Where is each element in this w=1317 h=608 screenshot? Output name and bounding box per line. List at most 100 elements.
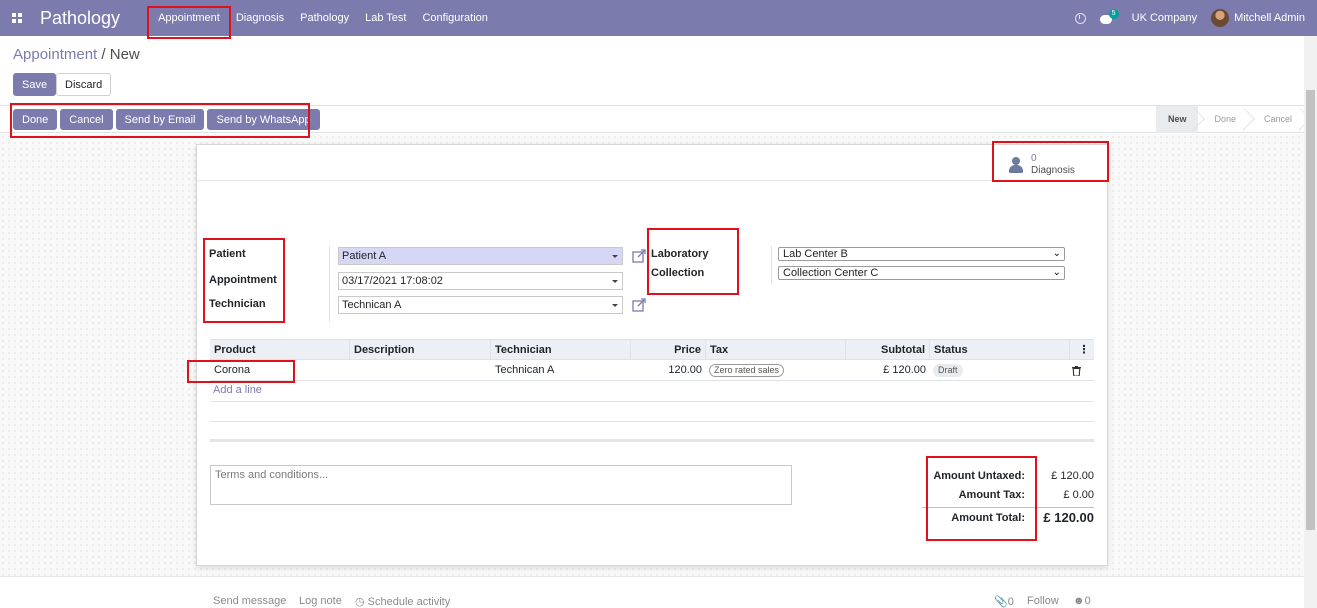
chevron-down-icon[interactable]: [612, 280, 618, 283]
menu-pathology[interactable]: Pathology: [292, 0, 357, 36]
breadcrumb-current: New: [109, 46, 140, 63]
attachments-button[interactable]: 📎0: [994, 595, 1014, 608]
paperclip-icon: 📎: [994, 596, 1008, 608]
optional-columns-icon[interactable]: ⋮: [1070, 340, 1094, 360]
amount-total-value: £ 120.00: [1043, 510, 1094, 525]
laboratory-label: Laboratory: [651, 248, 709, 260]
top-navbar: Pathology Appointment Diagnosis Patholog…: [0, 0, 1317, 36]
amount-untaxed-label: Amount Untaxed:: [933, 470, 1025, 482]
stage-new[interactable]: New: [1155, 106, 1199, 133]
technician-value: Technican A: [342, 299, 402, 311]
amount-tax-label: Amount Tax:: [958, 489, 1025, 501]
avatar: [1211, 9, 1230, 27]
apps-menu-icon[interactable]: [2, 0, 32, 36]
attachments-count: 0: [1007, 596, 1014, 608]
menu-diagnosis[interactable]: Diagnosis: [228, 0, 292, 36]
collection-value: Collection Center C: [783, 267, 879, 279]
collection-select[interactable]: Collection Center C ⌄: [778, 266, 1065, 280]
followers-icon: ☻: [1073, 595, 1085, 607]
user-doctor-icon: [1009, 157, 1023, 173]
appointment-value: 03/17/2021 17:08:02: [342, 275, 443, 287]
col-status[interactable]: Status: [930, 340, 1070, 360]
header-buttons: Done Cancel Send by Email Send by WhatsA…: [13, 109, 320, 130]
patient-label: Patient: [209, 248, 246, 260]
row-technician[interactable]: Technican A: [495, 360, 554, 380]
user-menu[interactable]: Mitchell Admin: [1211, 9, 1305, 27]
amount-untaxed-value: £ 120.00: [1051, 470, 1094, 482]
amount-tax-value: £ 0.00: [1063, 489, 1094, 501]
diagnosis-label: Diagnosis: [1031, 165, 1075, 176]
row-tax-tag[interactable]: Zero rated sales: [709, 364, 785, 377]
schedule-activity-button[interactable]: ◷ Schedule activity: [355, 595, 450, 608]
discard-button[interactable]: Discard: [56, 73, 112, 96]
stage-cancel[interactable]: Cancel: [1248, 106, 1304, 133]
chevron-down-icon[interactable]: [612, 304, 618, 307]
breadcrumb-separator: /: [101, 46, 106, 63]
empty-row-divider: [210, 401, 1094, 402]
menu-appointment[interactable]: Appointment: [150, 0, 228, 36]
followers-button[interactable]: ☻0: [1073, 595, 1091, 607]
field-separator: [329, 246, 330, 322]
follow-button[interactable]: Follow: [1027, 595, 1059, 607]
send-by-email-button[interactable]: Send by Email: [115, 109, 205, 130]
col-tax[interactable]: Tax: [706, 340, 846, 360]
terms-placeholder: Terms and conditions...: [215, 469, 329, 481]
technician-field[interactable]: Technican A: [338, 296, 623, 314]
menu-configuration[interactable]: Configuration: [414, 0, 495, 36]
menu-lab-test[interactable]: Lab Test: [357, 0, 414, 36]
table-row[interactable]: Corona Technican A 120.00 Zero rated sal…: [210, 360, 1094, 381]
col-description[interactable]: Description: [350, 340, 491, 360]
schedule-activity-label: Schedule activity: [367, 596, 451, 608]
patient-field[interactable]: Patient A: [338, 247, 623, 265]
clock-icon: ◷: [355, 596, 368, 608]
log-note-button[interactable]: Log note: [299, 595, 342, 607]
amount-total-label: Amount Total:: [951, 512, 1025, 524]
messaging-button[interactable]: 5: [1099, 9, 1119, 25]
terms-and-conditions-field[interactable]: Terms and conditions...: [210, 465, 792, 505]
chevron-down-icon: ⌄: [1052, 248, 1061, 259]
breadcrumb: Appointment / New: [13, 46, 140, 63]
main-menu: Appointment Diagnosis Pathology Lab Test…: [150, 0, 496, 36]
row-subtotal: £ 120.00: [883, 364, 926, 376]
diagnosis-count: 0: [1031, 153, 1037, 164]
table-footer-divider: [210, 439, 1094, 442]
chevron-down-icon[interactable]: [612, 255, 618, 258]
company-switcher[interactable]: UK Company: [1132, 12, 1197, 24]
trash-icon[interactable]: [1072, 366, 1081, 376]
external-link-icon[interactable]: [632, 249, 646, 263]
user-name: Mitchell Admin: [1234, 12, 1305, 24]
totals-divider: [922, 507, 1094, 508]
add-line-link[interactable]: Add a line: [213, 384, 262, 396]
col-subtotal[interactable]: Subtotal: [846, 340, 930, 360]
col-price[interactable]: Price: [631, 340, 706, 360]
scrollbar-thumb[interactable]: [1306, 90, 1315, 530]
laboratory-value: Lab Center B: [783, 248, 848, 260]
col-technician[interactable]: Technician: [491, 340, 631, 360]
laboratory-select[interactable]: Lab Center B ⌄: [778, 247, 1065, 261]
lines-table-header: Product Description Technician Price Tax…: [210, 339, 1094, 360]
app-brand[interactable]: Pathology: [40, 8, 120, 29]
patient-value: Patient A: [342, 250, 387, 262]
breadcrumb-parent[interactable]: Appointment: [13, 46, 97, 63]
diagnosis-smart-button[interactable]: 0 Diagnosis: [1005, 151, 1105, 179]
done-button[interactable]: Done: [13, 109, 58, 130]
chevron-down-icon: ⌄: [1052, 267, 1061, 278]
status-stages: New Done Cancel: [1155, 106, 1304, 133]
stage-done[interactable]: Done: [1198, 106, 1248, 133]
scrollbar[interactable]: [1304, 36, 1317, 608]
activity-clock-icon[interactable]: [1074, 12, 1086, 24]
row-product[interactable]: Corona: [214, 360, 250, 380]
save-button[interactable]: Save: [13, 73, 57, 96]
status-badge: Draft: [933, 364, 963, 377]
row-price[interactable]: 120.00: [631, 360, 702, 380]
send-message-button[interactable]: Send message: [213, 595, 286, 607]
col-product[interactable]: Product: [210, 340, 350, 360]
chat-count-badge: 5: [1108, 9, 1119, 19]
field-separator: [771, 246, 772, 284]
appointment-date-field[interactable]: 03/17/2021 17:08:02: [338, 272, 623, 290]
systray: 5 UK Company Mitchell Admin: [1074, 0, 1305, 36]
cancel-button[interactable]: Cancel: [60, 109, 113, 130]
chatter-bar: Send message Log note ◷ Schedule activit…: [0, 576, 1304, 608]
external-link-icon[interactable]: [632, 298, 646, 312]
send-by-whatsapp-button[interactable]: Send by WhatsApp: [207, 109, 320, 130]
